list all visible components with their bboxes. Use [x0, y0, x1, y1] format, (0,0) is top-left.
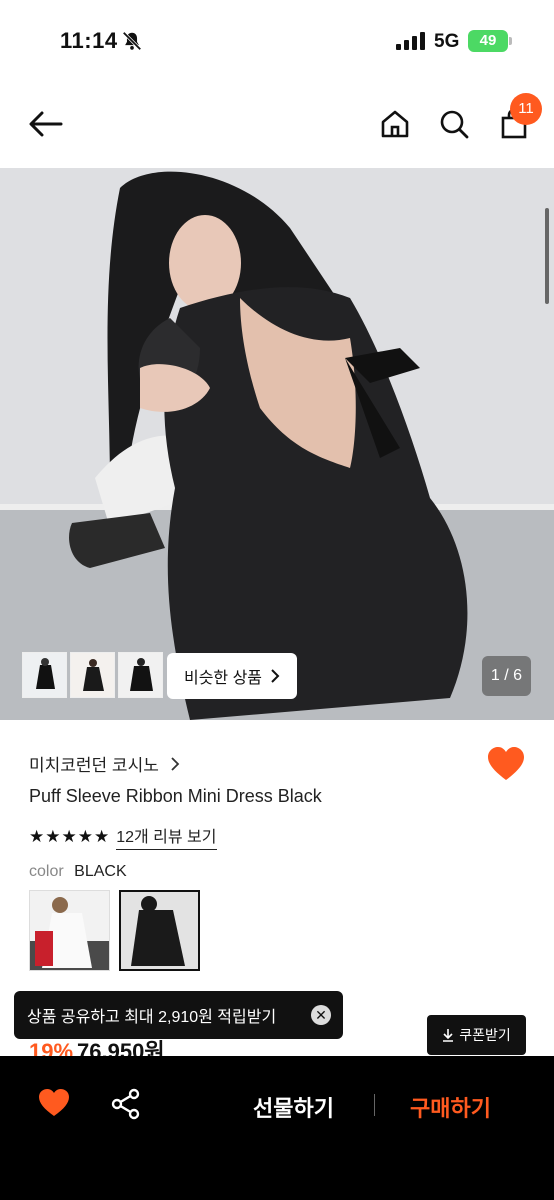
- thumbnail-3[interactable]: [118, 652, 163, 698]
- thumbnail-2[interactable]: [70, 652, 115, 698]
- color-value: BLACK: [74, 863, 127, 880]
- top-nav: [0, 80, 554, 168]
- signal-icon: [396, 32, 425, 50]
- coupon-button[interactable]: 쿠폰받기: [427, 1015, 526, 1055]
- divider: [374, 1094, 375, 1116]
- share-reward-toast[interactable]: 상품 공유하고 최대 2,910원 적립받기 ✕: [14, 991, 343, 1039]
- share-icon[interactable]: [110, 1088, 142, 1120]
- bell-slash-icon: [122, 31, 142, 51]
- network-type: 5G: [434, 31, 460, 52]
- home-icon: [381, 110, 409, 138]
- chevron-right-icon: [170, 757, 179, 771]
- product-title: Puff Sleeve Ribbon Mini Dress Black: [29, 786, 322, 806]
- gallery-thumbnails: [22, 652, 163, 698]
- bottom-action-bar: 선물하기 구매하기: [0, 1056, 554, 1200]
- product-photo: [0, 168, 554, 720]
- similar-products-button[interactable]: 비슷한 상품: [167, 653, 297, 699]
- color-option-white[interactable]: [29, 890, 110, 971]
- image-pager: 1 / 6: [482, 656, 531, 696]
- toast-message: 상품 공유하고 최대 2,910원 적립받기: [27, 1009, 277, 1026]
- product-image-carousel[interactable]: 비슷한 상품 1 / 6: [0, 168, 554, 720]
- gift-button[interactable]: 선물하기: [253, 1091, 334, 1123]
- thumbnail-1[interactable]: [22, 652, 67, 698]
- battery-cap: [509, 37, 512, 45]
- heart-icon[interactable]: [38, 1088, 70, 1118]
- rating-stars: ★★★★★: [29, 826, 111, 846]
- brand-name: 미치코런던 코시노: [29, 756, 159, 775]
- home-button[interactable]: [375, 104, 415, 144]
- status-time: 11:14: [60, 28, 118, 53]
- back-button[interactable]: [26, 104, 66, 144]
- search-icon: [440, 110, 469, 139]
- brand-link[interactable]: 미치코런던 코시노: [29, 751, 180, 776]
- color-option-black[interactable]: [119, 890, 200, 971]
- search-button[interactable]: [434, 104, 474, 144]
- review-link[interactable]: 12개 리뷰 보기: [116, 823, 217, 850]
- chevron-right-icon: [271, 669, 280, 683]
- cart-count-badge: 11: [510, 93, 542, 125]
- scroll-indicator[interactable]: [545, 208, 549, 304]
- similar-products-label: 비슷한 상품: [183, 670, 263, 687]
- download-icon: [443, 1029, 454, 1042]
- heart-icon[interactable]: [486, 746, 526, 782]
- color-label: color: [29, 863, 64, 880]
- rating-row: ★★★★★ 12개 리뷰 보기: [29, 823, 217, 850]
- coupon-label: 쿠폰받기: [459, 1027, 511, 1043]
- color-row: color BLACK: [29, 863, 127, 881]
- buy-button[interactable]: 구매하기: [410, 1091, 491, 1123]
- close-icon[interactable]: ✕: [311, 1005, 331, 1025]
- status-bar: 11:14 5G 49: [0, 0, 554, 80]
- back-arrow-icon: [29, 111, 63, 137]
- battery-indicator: 49: [468, 30, 508, 52]
